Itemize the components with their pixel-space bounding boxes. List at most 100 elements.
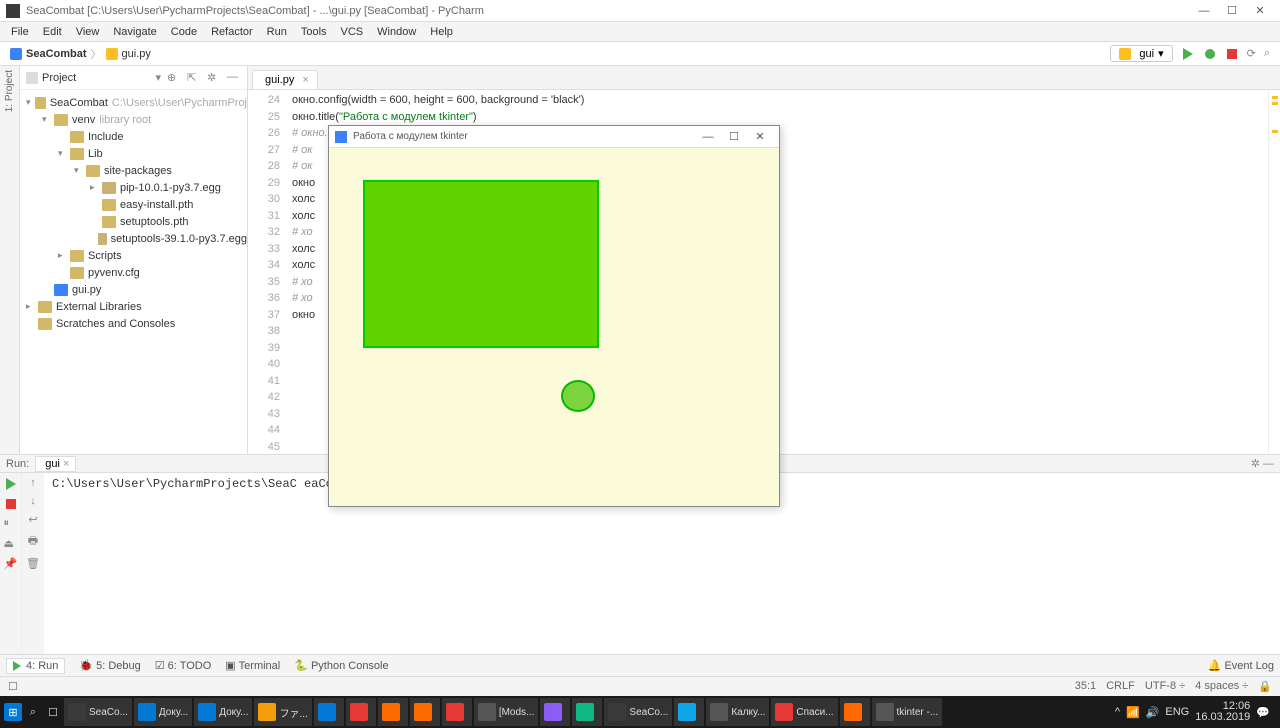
tray-chevron[interactable]: ^ [1115, 706, 1120, 718]
tool-python-console[interactable]: 🐍 Python Console [294, 659, 388, 672]
indent-info[interactable]: 4 spaces ÷ [1195, 680, 1248, 693]
menu-refactor[interactable]: Refactor [204, 26, 260, 38]
menu-code[interactable]: Code [164, 26, 204, 38]
run-settings-icon[interactable]: ✲ — [1251, 457, 1274, 470]
taskbar-item[interactable]: ファ... [254, 698, 311, 726]
taskbar-item[interactable]: SeaCo... [64, 698, 132, 726]
taskbar-item[interactable]: Спаси... [771, 698, 837, 726]
tray-lang[interactable]: ENG [1165, 706, 1189, 718]
minimize-button[interactable]: — [1190, 1, 1218, 21]
menu-vcs[interactable]: VCS [334, 26, 371, 38]
down-button[interactable]: ↓ [30, 495, 36, 507]
tree-node[interactable]: setuptools.pth [20, 213, 247, 230]
project-tree[interactable]: ▾SeaCombatC:\Users\User\PycharmProj▾venv… [20, 90, 247, 336]
clear-button[interactable]: 🗑 [26, 557, 40, 570]
breadcrumb-file[interactable]: gui.py [122, 48, 151, 60]
tree-node[interactable]: ▸Scripts [20, 247, 247, 264]
pause-button[interactable]: ⏸ [4, 517, 18, 531]
chevron-down-icon[interactable]: ▾ [155, 71, 161, 84]
readonly-icon[interactable]: 🔒 [1258, 680, 1272, 693]
tree-node[interactable]: ▾venvlibrary root [20, 111, 247, 128]
taskbar-item[interactable]: tkinter -... [872, 698, 943, 726]
taskbar-item[interactable]: Калку... [706, 698, 769, 726]
tk-maximize-button[interactable]: ☐ [721, 130, 747, 143]
settings-icon[interactable]: ✲ [207, 71, 221, 85]
tree-node[interactable]: ▾SeaCombatC:\Users\User\PycharmProj [20, 94, 247, 111]
editor-tab[interactable]: gui.py × [252, 70, 318, 89]
start-button[interactable]: ⊞ [4, 703, 22, 721]
tray-wifi-icon[interactable]: 📶 [1126, 706, 1140, 719]
debug-button[interactable] [1203, 47, 1217, 61]
tree-node[interactable]: setuptools-39.1.0-py3.7.egg [20, 230, 247, 247]
tree-node[interactable]: Include [20, 128, 247, 145]
tool-debug[interactable]: 🐞 5: Debug [79, 659, 140, 672]
tool-event-log[interactable]: 🔔 Event Log [1208, 659, 1274, 672]
locate-icon[interactable]: ⊕ [167, 71, 181, 85]
run-tab[interactable]: gui × [35, 456, 76, 472]
taskbar-item[interactable]: Доку... [194, 698, 252, 726]
tree-node[interactable]: ▸pip-10.0.1-py3.7.egg [20, 179, 247, 196]
rail-project[interactable]: 1: Project [4, 70, 15, 112]
exit-button[interactable]: ⏏ [4, 537, 18, 551]
taskbar-item[interactable] [572, 698, 602, 726]
tray-notifications-icon[interactable]: 💬 [1256, 706, 1270, 719]
tk-minimize-button[interactable]: — [695, 131, 721, 143]
taskbar-item[interactable] [540, 698, 570, 726]
tree-node[interactable]: ▾site-packages [20, 162, 247, 179]
tkinter-titlebar[interactable]: Работа с модулем tkinter — ☐ ✕ [329, 126, 779, 148]
tree-node[interactable]: easy-install.pth [20, 196, 247, 213]
stop-button[interactable] [1225, 47, 1239, 61]
taskbar-item[interactable] [378, 698, 408, 726]
taskbar-item[interactable] [674, 698, 704, 726]
line-separator[interactable]: CRLF [1106, 680, 1135, 693]
menu-view[interactable]: View [69, 26, 107, 38]
tray-volume-icon[interactable]: 🔊 [1146, 706, 1160, 719]
breadcrumb-root[interactable]: SeaCombat [26, 48, 87, 60]
menu-file[interactable]: File [4, 26, 36, 38]
tree-node[interactable]: ▸External Libraries [20, 298, 247, 315]
search-button[interactable]: ⌕ [1264, 47, 1270, 60]
run-button[interactable] [1181, 47, 1195, 61]
tool-run[interactable]: 4: Run [6, 658, 65, 674]
menu-tools[interactable]: Tools [294, 26, 334, 38]
wrap-button[interactable]: ↩ [28, 513, 37, 526]
taskbar-item[interactable]: Доку... [134, 698, 192, 726]
task-view-button[interactable]: ☐ [44, 703, 62, 721]
close-run-tab[interactable]: × [63, 458, 69, 470]
close-tab-icon[interactable]: × [302, 74, 308, 86]
close-button[interactable]: ✕ [1246, 1, 1274, 21]
search-button[interactable]: ⌕ [24, 703, 42, 721]
taskbar-item[interactable]: SeaCo... [604, 698, 672, 726]
menu-navigate[interactable]: Navigate [106, 26, 163, 38]
tree-node[interactable]: gui.py [20, 281, 247, 298]
tree-node[interactable]: ▾Lib [20, 145, 247, 162]
run-config-selector[interactable]: gui ▾ [1110, 45, 1172, 62]
taskbar-item[interactable] [314, 698, 344, 726]
tkinter-window[interactable]: Работа с модулем tkinter — ☐ ✕ [328, 125, 780, 507]
tree-node[interactable]: pyvenv.cfg [20, 264, 247, 281]
tkinter-canvas[interactable] [329, 148, 779, 506]
menu-run[interactable]: Run [260, 26, 294, 38]
up-button[interactable]: ↑ [30, 477, 36, 489]
tree-node[interactable]: Scratches and Consoles [20, 315, 247, 332]
taskbar-item[interactable]: [Mods... [474, 698, 539, 726]
taskbar-item[interactable] [346, 698, 376, 726]
menu-window[interactable]: Window [370, 26, 423, 38]
pin-button[interactable]: 📌 [4, 557, 18, 571]
collapse-icon[interactable]: ⇱ [187, 71, 201, 85]
print-button[interactable]: 🖶 [28, 532, 38, 551]
rerun-button[interactable] [4, 477, 18, 491]
tk-close-button[interactable]: ✕ [747, 130, 773, 143]
taskbar-item[interactable] [410, 698, 440, 726]
update-button[interactable]: ⟳ [1247, 47, 1256, 60]
maximize-button[interactable]: ☐ [1218, 1, 1246, 21]
taskbar-item[interactable] [442, 698, 472, 726]
taskbar-item[interactable] [840, 698, 870, 726]
tool-terminal[interactable]: ▣ Terminal [225, 659, 280, 672]
menu-edit[interactable]: Edit [36, 26, 69, 38]
tool-todo[interactable]: ☑ 6: TODO [155, 659, 211, 672]
file-encoding[interactable]: UTF-8 ÷ [1145, 680, 1185, 693]
hide-icon[interactable]: — [227, 71, 241, 85]
menu-help[interactable]: Help [423, 26, 460, 38]
stop-run-button[interactable] [4, 497, 18, 511]
